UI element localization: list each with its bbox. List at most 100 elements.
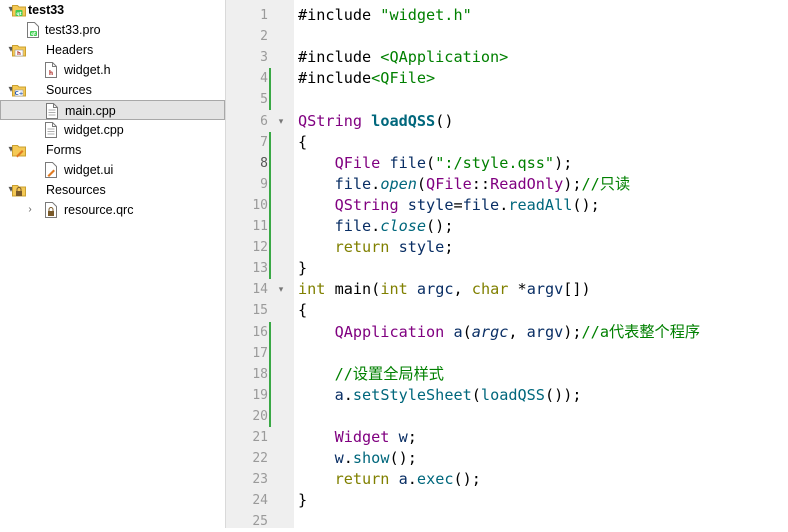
code-line[interactable]: file.open(QFile::ReadOnly);//只读 [298, 174, 631, 195]
code-token: ); [563, 322, 582, 341]
cpp-file-icon [45, 103, 59, 119]
line-number-gutter: 1 2 3 4 5 6 7 8 9 10 11 12 13 14 15 16 17 18 19 20 21 22 23 24 2… [226, 0, 294, 529]
code-token: #include [298, 6, 381, 24]
tree-item-widget-cpp[interactable]: widget.cpp [0, 120, 225, 140]
folder-cpp-icon: C+ [12, 82, 26, 98]
code-token: (); [426, 217, 454, 235]
code-line[interactable]: return style; [298, 237, 454, 258]
code-token: , [453, 280, 472, 299]
code-token: (); [453, 470, 481, 489]
code-token: { [298, 301, 308, 320]
qrc-file-icon [44, 202, 58, 218]
svg-text:h: h [17, 51, 21, 57]
line-number: 20 [252, 408, 268, 424]
code-editor[interactable]: #include "widget.h" #include <QApplicatio… [294, 0, 788, 528]
tree-item-label: Forms [46, 143, 82, 157]
tree-item-label: widget.cpp [64, 123, 124, 137]
code-line[interactable]: #include<QFile> [298, 68, 435, 89]
tree-item-widget-h[interactable]: h widget.h [0, 60, 225, 80]
code-token: char [471, 280, 509, 299]
line-number: 14 [252, 282, 268, 298]
tree-item-label: Headers [46, 43, 94, 57]
code-token: ( [462, 322, 472, 341]
fold-toggle-icon[interactable]: ▾ [275, 279, 287, 300]
tree-item-resources[interactable]: ▾ Resources [0, 180, 225, 200]
ui-file-icon [44, 162, 58, 178]
line-number: 4 [260, 71, 268, 87]
code-line[interactable]: #include "widget.h" [298, 5, 472, 26]
code-token: . [343, 449, 353, 468]
tree-item-label: resource.qrc [64, 203, 134, 217]
line-number: 16 [252, 324, 268, 340]
chevron-right-icon[interactable]: › [24, 203, 36, 217]
code-line[interactable]: w.show(); [298, 448, 417, 469]
code-line[interactable]: QApplication a(argc, argv);//a代表整个程序 [298, 322, 701, 343]
code-line[interactable]: int main(int argc, char *argv[]) [298, 279, 591, 300]
svg-text:h: h [49, 70, 53, 77]
code-token: w [334, 449, 344, 468]
code-token: :: [471, 174, 491, 193]
tree-item-forms[interactable]: ▾ Forms [0, 140, 225, 160]
code-token: "widget.h" [380, 6, 472, 24]
code-token: ReadOnly [490, 174, 564, 193]
code-token: <QApplication> [380, 48, 509, 67]
code-token: argv [526, 322, 564, 341]
code-line[interactable]: //设置全局样式 [298, 364, 444, 385]
code-line[interactable]: QString style=file.readAll(); [298, 195, 600, 216]
line-number: 3 [260, 50, 268, 66]
line-number: 17 [252, 345, 268, 361]
code-token: ()); [544, 385, 582, 404]
tree-item-label: Sources [46, 83, 92, 97]
code-line[interactable]: { [298, 132, 307, 153]
code-line[interactable]: #include <QApplication> [298, 47, 508, 68]
code-token: { [298, 132, 308, 151]
code-line[interactable]: return a.exec(); [298, 469, 481, 490]
code-token: () [435, 111, 454, 130]
code-line[interactable]: file.close(); [298, 216, 454, 237]
code-token: = [453, 195, 463, 214]
code-token: file [389, 153, 427, 172]
tree-item-headers[interactable]: ▾ h Headers [0, 40, 225, 60]
code-token: . [407, 470, 417, 489]
code-line[interactable]: } [298, 490, 307, 511]
code-token: argc [471, 322, 509, 341]
line-number: 13 [252, 261, 268, 277]
code-line[interactable]: } [298, 258, 307, 279]
tree-item-widget-ui[interactable]: widget.ui [0, 160, 225, 180]
code-line[interactable]: a.setStyleSheet(loadQSS()); [298, 385, 582, 406]
code-line[interactable]: Widget w; [298, 427, 417, 448]
code-token: ( [426, 153, 436, 172]
fold-toggle-icon[interactable]: ▾ [275, 111, 287, 132]
qt-project-icon: qt [12, 2, 26, 18]
code-token: ); [563, 174, 582, 193]
folder-res-icon [12, 182, 26, 198]
code-line[interactable]: QString loadQSS() [298, 111, 453, 132]
tree-item-sources[interactable]: ▾ C+ Sources [0, 80, 225, 100]
tree-item-main-cpp[interactable]: main.cpp [0, 100, 225, 120]
code-token: //a代表整个程序 [581, 322, 701, 341]
tree-item-resource-qrc[interactable]: › resource.qrc [0, 200, 225, 220]
code-line[interactable]: { [298, 300, 307, 321]
code-token: QFile [334, 153, 381, 172]
tree-item-test33-pro[interactable]: qt test33.pro [0, 20, 225, 40]
code-token: a [453, 322, 463, 341]
code-token: file [462, 195, 500, 214]
project-tree[interactable]: ▾ qt test33 qt test33.pro ▾ h Headers h w… [0, 0, 226, 528]
code-token: #include [298, 69, 372, 88]
code-token: . [499, 195, 509, 214]
code-line[interactable]: QFile file(":/style.qss"); [298, 153, 573, 174]
code-token: QString [298, 111, 363, 130]
line-number: 25 [252, 514, 268, 530]
tree-item-test33[interactable]: ▾ qt test33 [0, 0, 225, 20]
code-token: } [298, 491, 308, 510]
code-token: w [398, 428, 408, 446]
